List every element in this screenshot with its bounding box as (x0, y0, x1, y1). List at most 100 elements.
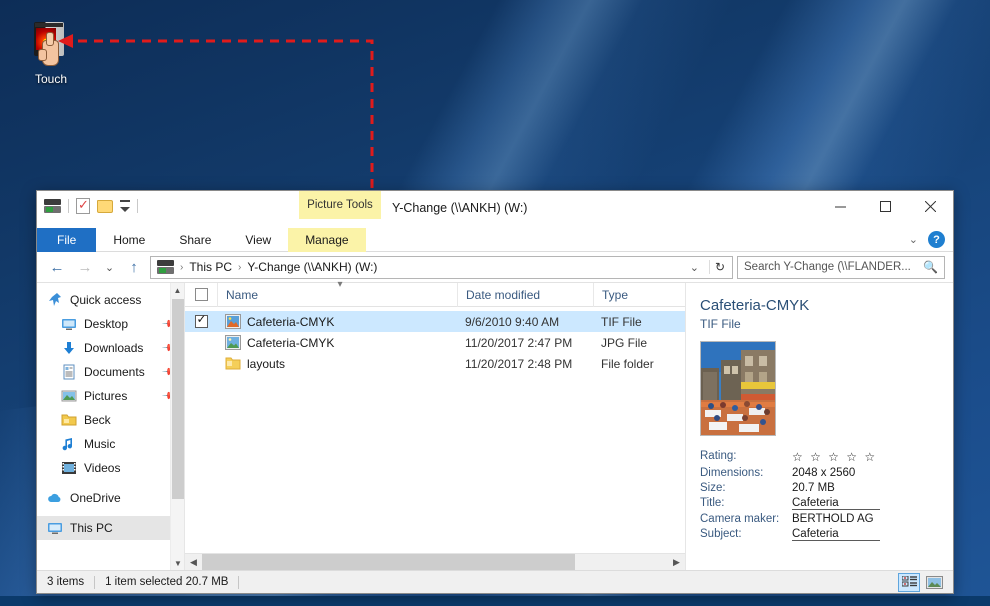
property-value-subject[interactable]: Cafeteria (792, 528, 937, 541)
sidebar-item-downloads[interactable]: Downloads 📌 (37, 336, 184, 360)
selection-info: 1 item selected 20.7 MB (105, 576, 229, 588)
select-all-checkbox[interactable] (185, 283, 217, 307)
breadcrumb-this-pc[interactable]: This PC (189, 260, 232, 274)
details-subtitle: TIF File (700, 317, 741, 331)
folder-icon (225, 356, 241, 371)
sidebar-label: Documents (84, 365, 145, 379)
up-button[interactable]: ↑ (122, 255, 146, 279)
properties-icon[interactable] (76, 197, 90, 214)
details-thumbnail (700, 341, 776, 436)
network-drive-icon[interactable] (44, 199, 61, 213)
subject-edit-field[interactable]: Cafeteria (792, 528, 880, 541)
column-headers: Name ▾ Date modified Type (185, 279, 685, 307)
details-pane: Cafeteria-CMYK TIF File Rating: ☆ ☆ ☆ ☆ … (685, 283, 953, 570)
sidebar-item-quick-access[interactable]: Quick access (37, 288, 184, 312)
documents-icon (61, 364, 77, 380)
table-row[interactable]: Cafeteria-CMYK 11/20/2017 2:47 PM JPG Fi… (185, 332, 685, 353)
file-name: Cafeteria-CMYK (247, 314, 335, 329)
scrollbar-track[interactable] (202, 553, 668, 571)
navigation-list: Quick access Desktop 📌 Downloads 📌 Docum… (37, 283, 184, 540)
navigation-bar: ← → ⌄ ↑ › This PC › Y-Change (\\ANKH) (W… (37, 252, 953, 282)
row-name-cell[interactable]: layouts (217, 353, 457, 374)
picture-tools-contextual-tab[interactable]: Picture Tools (299, 191, 381, 219)
touch-desktop-icon[interactable]: Touch (22, 20, 80, 86)
music-icon (61, 436, 77, 452)
column-header-date-modified[interactable]: Date modified (457, 282, 593, 307)
sidebar-item-documents[interactable]: Documents 📌 (37, 360, 184, 384)
back-button[interactable]: ← (45, 255, 69, 279)
forward-button[interactable]: → (73, 255, 97, 279)
status-divider (94, 575, 96, 589)
scroll-left-arrow[interactable]: ◀ (185, 557, 202, 568)
window-titlebar: Picture Tools Y-Change (\\ANKH) (W:) (37, 191, 953, 228)
row-name-cell[interactable]: Cafeteria-CMYK (217, 332, 457, 353)
search-input[interactable]: Search Y-Change (\\FLANDER... 🔍 (737, 255, 945, 279)
maximize-button[interactable] (863, 191, 908, 221)
tab-file[interactable]: File (37, 228, 97, 252)
sidebar-label: Music (84, 437, 116, 451)
table-row[interactable]: Cafeteria-CMYK 9/6/2010 9:40 AM TIF File (185, 311, 685, 332)
refresh-icon[interactable]: ↻ (708, 260, 730, 274)
sidebar-item-desktop[interactable]: Desktop 📌 (37, 312, 184, 336)
rating-stars[interactable]: ☆ ☆ ☆ ☆ ☆ (792, 450, 937, 464)
tab-manage[interactable]: Manage (288, 228, 366, 252)
minimize-button[interactable] (818, 191, 863, 221)
scroll-down-arrow[interactable]: ▼ (171, 556, 184, 570)
scrollbar-thumb[interactable] (172, 299, 184, 499)
horizontal-scrollbar[interactable]: ◀ ▶ (185, 553, 685, 571)
chevron-down-icon[interactable]: ⌄ (909, 233, 918, 246)
column-header-type[interactable]: Type (593, 282, 685, 307)
address-bar[interactable]: › This PC › Y-Change (\\ANKH) (W:) ⌄ ↻ (150, 255, 733, 279)
property-value-title[interactable]: Cafeteria (792, 497, 937, 510)
breadcrumb-separator-1: › (180, 261, 184, 273)
scrollbar-thumb[interactable] (202, 553, 575, 571)
property-key: Subject: (700, 528, 742, 540)
address-dropdown-icon[interactable]: ⌄ (684, 261, 705, 274)
window-title: Y-Change (\\ANKH) (W:) (392, 201, 528, 215)
tif-image-icon (225, 314, 241, 329)
details-view-button[interactable] (898, 573, 920, 592)
sidebar-item-onedrive[interactable]: OneDrive (37, 486, 184, 510)
row-checkbox[interactable] (185, 353, 217, 374)
help-icon[interactable]: ? (928, 231, 945, 248)
file-list-pane: Name ▾ Date modified Type ✓ Cafeteria-CM… (185, 279, 685, 571)
sidebar-scrollbar[interactable]: ▲ ▼ (170, 283, 184, 570)
details-title: Cafeteria-CMYK (700, 297, 810, 314)
row-checkbox[interactable] (185, 311, 217, 332)
touch-icon (22, 20, 80, 68)
column-header-name[interactable]: Name ▾ (217, 279, 457, 307)
tab-share[interactable]: Share (162, 228, 228, 252)
row-checkbox[interactable] (185, 332, 217, 353)
sidebar-label: Downloads (84, 341, 144, 355)
customize-quick-access-icon[interactable] (120, 200, 130, 212)
sidebar-label: Desktop (84, 317, 129, 331)
large-icons-view-button[interactable] (923, 573, 945, 592)
column-label: Name (226, 287, 259, 302)
search-icon[interactable]: 🔍 (923, 260, 938, 274)
scroll-right-arrow[interactable]: ▶ (668, 557, 685, 568)
sidebar-item-videos[interactable]: Videos (37, 456, 184, 480)
tab-home[interactable]: Home (96, 228, 162, 252)
taskbar[interactable] (0, 596, 990, 606)
row-name-cell[interactable]: Cafeteria-CMYK (217, 311, 457, 332)
title-edit-field[interactable]: Cafeteria (792, 497, 880, 510)
tab-view[interactable]: View (228, 228, 288, 252)
recent-locations-button[interactable]: ⌄ (101, 255, 118, 279)
file-name: layouts (247, 356, 286, 371)
new-folder-icon[interactable] (97, 199, 113, 213)
sidebar-item-music[interactable]: Music (37, 432, 184, 456)
search-placeholder: Search Y-Change (\\FLANDER... (744, 261, 911, 273)
sidebar-item-pictures[interactable]: Pictures 📌 (37, 384, 184, 408)
scroll-up-arrow[interactable]: ▲ (171, 283, 184, 297)
file-type: File folder (601, 356, 654, 371)
table-row[interactable]: layouts 11/20/2017 2:48 PM File folder (185, 353, 685, 374)
sidebar-item-this-pc[interactable]: This PC (37, 516, 184, 540)
file-name: Cafeteria-CMYK (247, 335, 335, 350)
jpg-image-icon (225, 335, 241, 350)
property-value-camera-maker: BERTHOLD AG (792, 513, 874, 525)
sidebar-label: OneDrive (70, 491, 121, 505)
sidebar-item-beck[interactable]: Beck (37, 408, 184, 432)
file-date-modified: 9/6/2010 9:40 AM (465, 314, 560, 329)
close-button[interactable] (908, 191, 953, 221)
breadcrumb-y-change[interactable]: Y-Change (\\ANKH) (W:) (247, 260, 377, 274)
